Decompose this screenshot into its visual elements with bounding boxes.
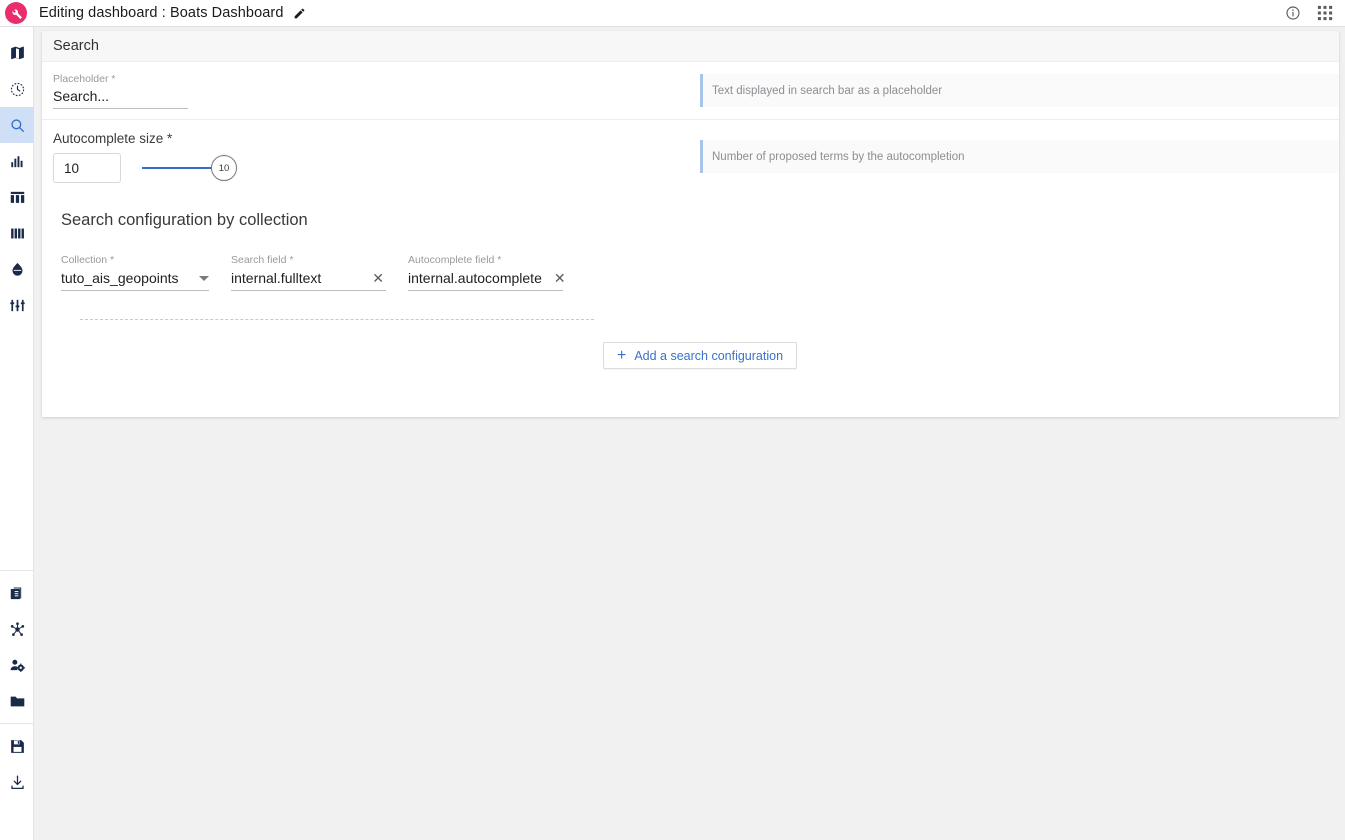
sidebar-item-folder[interactable] <box>0 683 34 719</box>
placeholder-hint-area: Text displayed in search bar as a placeh… <box>692 62 1339 119</box>
config-divider <box>80 319 594 320</box>
left-rail <box>0 27 34 840</box>
placeholder-row: Placeholder * Text displayed in search b… <box>42 62 1339 120</box>
autocomplete-size-hint-area: Number of proposed terms by the autocomp… <box>692 120 1339 193</box>
search-field-value: internal.fulltext <box>231 270 322 286</box>
autocomplete-size-hint-text: Number of proposed terms by the autocomp… <box>712 150 965 163</box>
search-field-input[interactable]: internal.fulltext ✕ <box>231 270 386 291</box>
autocomplete-size-row: Autocomplete size * 10 Number of propose… <box>42 120 1339 193</box>
sidebar-item-save[interactable] <box>0 728 34 764</box>
topbar-actions <box>1285 5 1333 21</box>
add-config-button-wrap: + Add a search configuration <box>61 342 1339 369</box>
search-settings-card: Search Placeholder * Text displayed in s… <box>42 31 1339 417</box>
title-group: Editing dashboard : Boats Dashboard <box>39 5 306 21</box>
sidebar-item-pages[interactable] <box>0 575 34 611</box>
close-x-icon[interactable]: ✕ <box>552 271 568 285</box>
autocomplete-field-input[interactable]: internal.autocomplete ✕ <box>408 270 566 291</box>
sidebar-item-timeline[interactable] <box>0 71 34 107</box>
close-x-icon[interactable]: ✕ <box>370 271 386 285</box>
autocomplete-size-group: Autocomplete size * 10 <box>42 120 692 193</box>
autocomplete-field-label: Autocomplete field * <box>408 254 502 266</box>
collection-field: Collection * tuto_ais_geopoints <box>61 254 209 291</box>
sidebar-item-search[interactable] <box>0 107 34 143</box>
autocomplete-field-field: Autocomplete field * internal.autocomple… <box>408 254 566 291</box>
plus-icon: + <box>616 346 627 364</box>
collection-value: tuto_ais_geopoints <box>61 270 179 286</box>
placeholder-field-group: Placeholder * <box>42 62 692 119</box>
top-bar: Editing dashboard : Boats Dashboard <box>0 0 1345 27</box>
pencil-icon[interactable] <box>293 7 306 20</box>
sidebar-item-columns[interactable] <box>0 215 34 251</box>
rail-divider <box>0 723 33 724</box>
sidebar-item-user-settings[interactable] <box>0 647 34 683</box>
apps-grid-icon[interactable] <box>1317 5 1333 21</box>
add-search-configuration-label: Add a search configuration <box>634 348 784 363</box>
autocomplete-field-value: internal.autocomplete <box>408 270 542 286</box>
sidebar-item-map[interactable] <box>0 35 34 71</box>
search-config-section: Search configuration by collection Colle… <box>42 193 1339 369</box>
collection-label: Collection * <box>61 254 115 266</box>
wrench-icon[interactable] <box>5 2 27 24</box>
placeholder-input[interactable] <box>53 88 188 109</box>
placeholder-hint-panel: Text displayed in search bar as a placeh… <box>700 74 1339 107</box>
search-field-label: Search field * <box>231 254 294 266</box>
add-search-configuration-button[interactable]: + Add a search configuration <box>602 342 798 369</box>
autocomplete-size-slider[interactable]: 10 <box>142 153 252 183</box>
sidebar-item-network[interactable] <box>0 611 34 647</box>
sidebar-item-download[interactable] <box>0 764 34 800</box>
chevron-down-icon[interactable] <box>199 275 209 281</box>
rail-spacer <box>0 323 33 566</box>
search-config-title: Search configuration by collection <box>61 211 308 229</box>
collection-select[interactable]: tuto_ais_geopoints <box>61 270 209 291</box>
sidebar-item-filters[interactable] <box>0 287 34 323</box>
slider-thumb[interactable]: 10 <box>211 155 237 181</box>
search-config-row: Collection * tuto_ais_geopoints Search f… <box>61 254 1339 291</box>
info-circle-icon[interactable] <box>1285 5 1301 21</box>
sidebar-item-table[interactable] <box>0 179 34 215</box>
autocomplete-size-controls: 10 <box>53 153 692 183</box>
autocomplete-size-hint-panel: Number of proposed terms by the autocomp… <box>700 140 1339 173</box>
page-title: Editing dashboard : Boats Dashboard <box>39 5 284 21</box>
sidebar-item-donut[interactable] <box>0 251 34 287</box>
card-header-title: Search <box>53 38 99 54</box>
page-canvas: Search Placeholder * Text displayed in s… <box>34 27 1345 840</box>
autocomplete-size-input[interactable] <box>53 153 121 183</box>
sidebar-item-histogram[interactable] <box>0 143 34 179</box>
placeholder-hint-text: Text displayed in search bar as a placeh… <box>712 84 943 97</box>
search-field-field: Search field * internal.fulltext ✕ <box>231 254 386 291</box>
rail-divider <box>0 570 33 571</box>
autocomplete-size-label: Autocomplete size * <box>53 131 173 146</box>
card-header: Search <box>42 31 1339 62</box>
placeholder-label: Placeholder * <box>53 73 116 85</box>
